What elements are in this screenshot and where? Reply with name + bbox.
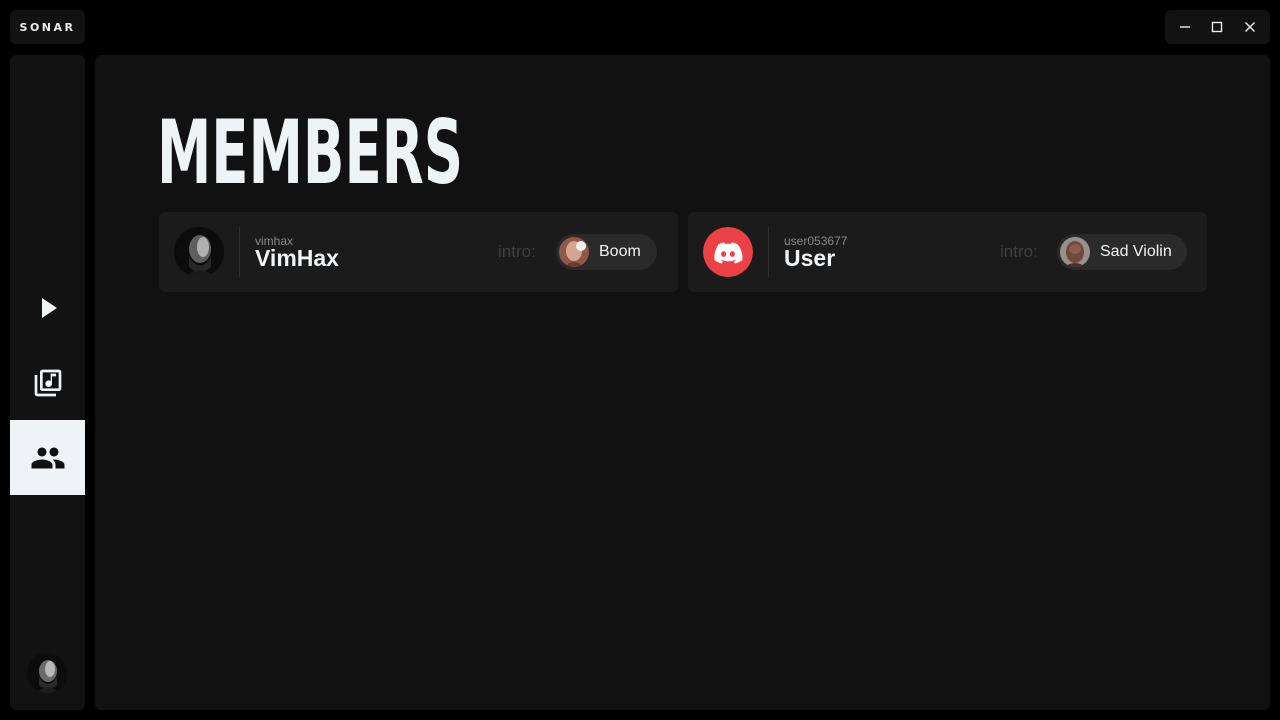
close-icon — [1244, 22, 1255, 32]
card-divider — [768, 227, 769, 277]
sidebar-item-members[interactable] — [10, 420, 85, 495]
music-library-icon — [34, 369, 61, 396]
sidebar — [10, 55, 85, 710]
maximize-icon — [1212, 21, 1223, 33]
member-display-name: VimHax — [255, 245, 339, 271]
app-title: SONAR — [19, 20, 76, 34]
sound-thumbnail-icon — [559, 237, 589, 267]
page-title: MEMBERS — [157, 101, 464, 204]
intro-sound-chip[interactable]: Sad Violin — [1057, 234, 1187, 270]
people-icon — [31, 447, 64, 468]
sound-thumbnail-icon — [1060, 237, 1090, 267]
sidebar-item-play[interactable] — [10, 270, 85, 345]
member-card[interactable]: user053677 User intro: Sad Violin — [688, 212, 1207, 292]
intro-label: intro: — [498, 242, 536, 261]
minimize-icon — [1180, 26, 1191, 28]
member-avatar — [174, 227, 224, 277]
play-icon — [41, 297, 57, 318]
intro-sound-chip[interactable]: Boom — [556, 234, 657, 270]
close-button[interactable] — [1235, 12, 1265, 42]
card-divider — [239, 227, 240, 277]
sidebar-item-library[interactable] — [10, 345, 85, 420]
maximize-button[interactable] — [1202, 12, 1232, 42]
user-photo-icon — [27, 653, 67, 693]
minimize-button[interactable] — [1170, 12, 1200, 42]
discord-icon — [703, 227, 753, 277]
window-controls — [1165, 10, 1270, 44]
sound-thumbnail — [559, 237, 589, 267]
member-avatar — [703, 227, 753, 277]
sound-thumbnail — [1060, 237, 1090, 267]
profile-avatar[interactable] — [27, 653, 67, 693]
main-panel: MEMBERS vimhax VimHax intro: Boom user05… — [95, 55, 1270, 710]
intro-sound-label: Boom — [599, 243, 641, 260]
intro-sound-label: Sad Violin — [1100, 243, 1172, 260]
app-logo: SONAR — [10, 10, 85, 44]
intro-label: intro: — [1000, 242, 1038, 261]
member-card[interactable]: vimhax VimHax intro: Boom — [159, 212, 678, 292]
member-display-name: User — [784, 245, 836, 271]
user-photo-icon — [174, 227, 224, 277]
